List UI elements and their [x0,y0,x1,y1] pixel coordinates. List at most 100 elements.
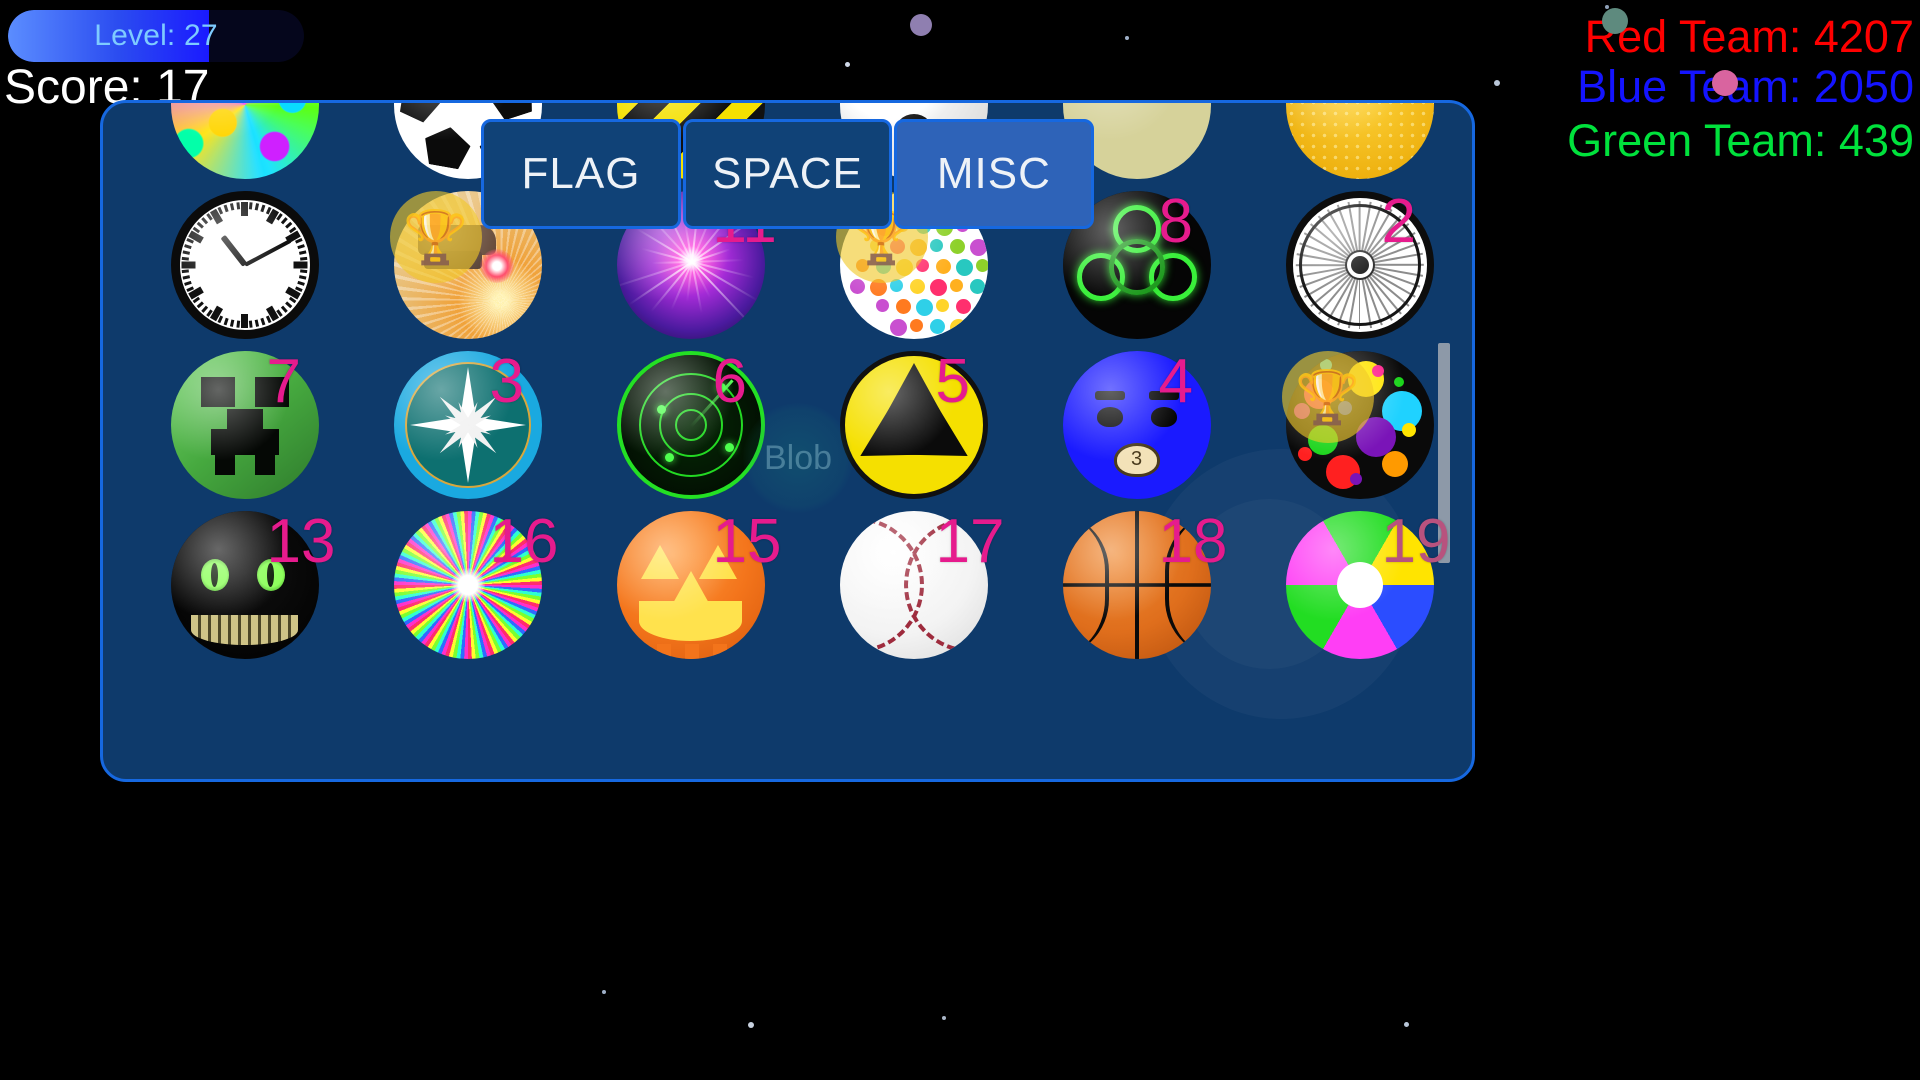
ball-sheen [170,103,319,179]
polka-dot [909,319,923,332]
polka-dot [855,259,869,272]
ball-sheen [1062,351,1211,499]
polka-dot [955,299,971,314]
clock-tick [293,261,308,269]
ball-cell [1248,103,1471,185]
minute-hand [243,238,292,267]
tab-label: FLAG [521,149,641,198]
rainbow-rays-ball[interactable] [393,511,542,659]
radar-blip [664,453,674,462]
pumpkin-ball[interactable] [616,511,765,659]
background-orb [910,14,932,36]
clock-tick [182,250,191,255]
ball-cell: 16 [356,505,579,665]
confetti-ball[interactable] [1285,351,1434,499]
eye [1150,407,1177,427]
polka-dot [889,279,903,292]
polka-dot [895,299,911,314]
level-label: Level: 27 [94,19,218,52]
radar-blip [724,443,734,452]
gold-mesh-ball[interactable] [1285,103,1434,179]
polka-dot [975,259,988,272]
tab-misc[interactable]: MISC [893,119,1094,229]
basketball-ball[interactable] [1062,511,1211,659]
creeper-ball[interactable] [170,351,319,499]
hour-hand [219,234,247,267]
polka-dot [935,299,949,312]
radioactive-ball[interactable] [839,351,988,499]
background-star [1404,1022,1409,1027]
psychedelic-ball[interactable] [170,103,319,179]
clock-tick [181,269,189,274]
pumpkin-nose [671,571,710,605]
ball-cell: 17 [802,505,1025,665]
plasma-arc [690,261,753,327]
shoe [423,251,482,269]
polka-dot [915,299,933,316]
clock-tick [260,204,266,213]
clock-tick [297,244,305,250]
background-star [1125,36,1129,40]
baseball-ball[interactable] [839,511,988,659]
baseball-seam [903,517,988,653]
wheel-hub [1350,256,1369,274]
cat-eye [200,559,229,591]
tab-flag[interactable]: FLAG [481,119,681,229]
background-star [942,1016,946,1020]
pumpkin-mouth [638,601,743,641]
basketball-curve [1164,511,1211,659]
clock-tick [223,204,229,213]
confetti-dot [1349,473,1362,485]
clock-tick [229,203,235,211]
confetti-dot [1381,451,1408,477]
clock-tick [223,317,229,326]
clock-tick [181,261,196,269]
polka-dot [869,279,887,296]
cheshire-cat-ball[interactable] [170,511,319,659]
ball-cell: 18 [1025,505,1248,665]
tab-space[interactable]: SPACE [683,119,892,229]
background-orb [1712,70,1738,96]
clock-tick [236,320,241,328]
glow [479,249,514,283]
polka-dot [955,259,973,276]
soccer-panel [394,103,447,126]
confetti-dot [1293,403,1310,419]
clock-ball[interactable] [170,191,319,339]
eye [1096,407,1123,427]
radar-ball[interactable] [616,351,765,499]
blue-face-ball[interactable]: 3 [1062,351,1211,499]
confetti-dot [1337,401,1352,415]
mesh-pattern [1285,103,1434,179]
polka-dot [889,319,907,336]
clock-tick [196,221,204,229]
background-star [1494,80,1500,86]
brow [1094,391,1125,400]
clock-tick [182,275,191,280]
clock-tick [241,202,248,216]
background-star [748,1022,754,1028]
compass-rose-ball[interactable] [393,351,542,499]
beach-ball[interactable] [1285,511,1434,659]
creeper-pixel [214,451,235,475]
clock-tick [300,256,308,261]
clock-tick [181,256,189,261]
ball-cell [133,103,356,185]
polka-dot [949,239,965,254]
clock-tick [229,319,235,327]
polka-dot [949,319,967,336]
confetti-dot [1393,377,1404,387]
ball-cell: 7 [133,345,356,505]
level-progress-bar: Level: 27 [8,10,304,62]
background-star [845,62,850,67]
bicycle-wheel-ball[interactable] [1285,191,1434,339]
cat-eye [256,559,285,591]
cat-pupil [211,563,218,587]
clock-tick [298,250,307,255]
confetti-dot [1401,423,1416,437]
confetti-dot [1297,447,1312,461]
blue-team-score: Blue Team: 2050 [1577,61,1914,112]
polka-dot [909,279,925,294]
clock-tick [280,305,288,313]
scrollbar-thumb[interactable] [1438,343,1450,563]
